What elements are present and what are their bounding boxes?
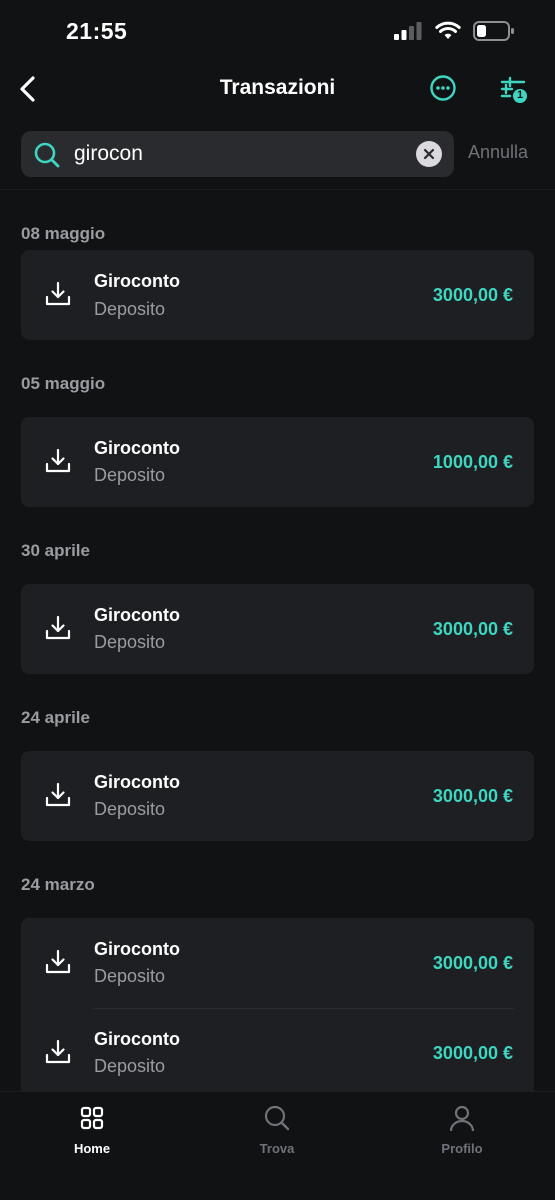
- status-time: 21:55: [66, 18, 128, 44]
- close-icon: [423, 148, 435, 160]
- tab-home[interactable]: Home: [42, 1104, 142, 1156]
- transaction-type: Deposito: [94, 1056, 166, 1076]
- download-icon: [45, 281, 71, 306]
- transaction-row[interactable]: Giroconto Deposito 1000,00 €: [21, 417, 534, 507]
- transaction-row[interactable]: Giroconto Deposito 3000,00 €: [21, 751, 534, 841]
- search-row: Annulla: [0, 118, 555, 190]
- transaction-card: Giroconto Deposito 1000,00 €: [21, 417, 534, 507]
- date-header: 08 maggio: [21, 224, 106, 243]
- tab-profile[interactable]: Profilo: [412, 1104, 512, 1156]
- date-header: 24 marzo: [21, 875, 95, 894]
- transaction-type: Deposito: [94, 966, 166, 986]
- tab-find[interactable]: Trova: [227, 1104, 327, 1156]
- page-title: Transazioni: [219, 76, 336, 99]
- search-input[interactable]: [74, 131, 404, 177]
- search-icon: [34, 142, 60, 168]
- nav-header: Transazioni 1: [0, 62, 555, 118]
- download-icon: [45, 615, 71, 640]
- clear-search-button[interactable]: [416, 141, 442, 167]
- date-header: 30 aprile: [21, 541, 90, 560]
- download-icon: [45, 782, 71, 807]
- cellular-signal-icon: [394, 22, 422, 40]
- transaction-type: Deposito: [94, 632, 166, 652]
- status-bar: 21:55: [0, 0, 555, 62]
- transaction-type: Deposito: [94, 299, 166, 319]
- transaction-amount: 3000,00 €: [432, 285, 513, 305]
- status-icons: [393, 20, 515, 42]
- transaction-card: Giroconto Deposito 3000,00 €: [21, 250, 534, 340]
- transaction-row[interactable]: Giroconto Deposito 3000,00 €: [21, 918, 534, 1008]
- tab-label: Profilo: [441, 1141, 483, 1156]
- transaction-row[interactable]: Giroconto Deposito 3000,00 €: [21, 1008, 534, 1091]
- filter-button[interactable]: 1: [499, 76, 529, 104]
- transaction-type: Deposito: [94, 799, 166, 819]
- transaction-row[interactable]: Giroconto Deposito 3000,00 €: [21, 250, 534, 340]
- search-box: [21, 131, 454, 177]
- battery-icon: [473, 21, 514, 41]
- transaction-amount: 1000,00 €: [432, 452, 513, 472]
- transaction-amount: 3000,00 €: [432, 1043, 513, 1063]
- transaction-type: Deposito: [94, 465, 166, 485]
- transaction-amount: 3000,00 €: [432, 619, 513, 639]
- filter-count-badge: 1: [516, 89, 524, 101]
- transaction-title: Giroconto: [94, 438, 180, 458]
- tab-bar: Home Trova Profilo: [0, 1091, 555, 1200]
- tab-label: Home: [73, 1141, 111, 1156]
- transaction-title: Giroconto: [94, 939, 180, 959]
- more-horizontal-icon: [430, 75, 456, 101]
- download-icon: [45, 949, 71, 974]
- transaction-amount: 3000,00 €: [432, 786, 513, 806]
- transaction-list[interactable]: 08 maggio Giroconto Deposito 3000,00 € 0…: [0, 190, 555, 1091]
- transaction-title: Giroconto: [94, 772, 180, 792]
- transaction-amount: 3000,00 €: [432, 953, 513, 973]
- download-icon: [45, 448, 71, 473]
- transaction-card: Giroconto Deposito 3000,00 € Giroconto D…: [21, 918, 534, 1091]
- transaction-title: Giroconto: [94, 271, 180, 291]
- date-header: 24 aprile: [21, 708, 90, 727]
- more-options-button[interactable]: [429, 74, 457, 102]
- transaction-title: Giroconto: [94, 605, 180, 625]
- user-icon: [449, 1105, 475, 1132]
- transaction-card: Giroconto Deposito 3000,00 €: [21, 584, 534, 674]
- transaction-card: Giroconto Deposito 3000,00 €: [21, 751, 534, 841]
- transaction-title: Giroconto: [94, 1029, 180, 1049]
- wifi-icon: [435, 21, 461, 39]
- cancel-search-button[interactable]: Annulla: [468, 142, 528, 163]
- download-icon: [45, 1039, 71, 1064]
- search-icon: [264, 1105, 290, 1131]
- date-header: 05 maggio: [21, 374, 106, 393]
- transaction-row[interactable]: Giroconto Deposito 3000,00 €: [21, 584, 534, 674]
- grid-icon: [80, 1106, 104, 1130]
- tab-label: Trova: [259, 1141, 295, 1156]
